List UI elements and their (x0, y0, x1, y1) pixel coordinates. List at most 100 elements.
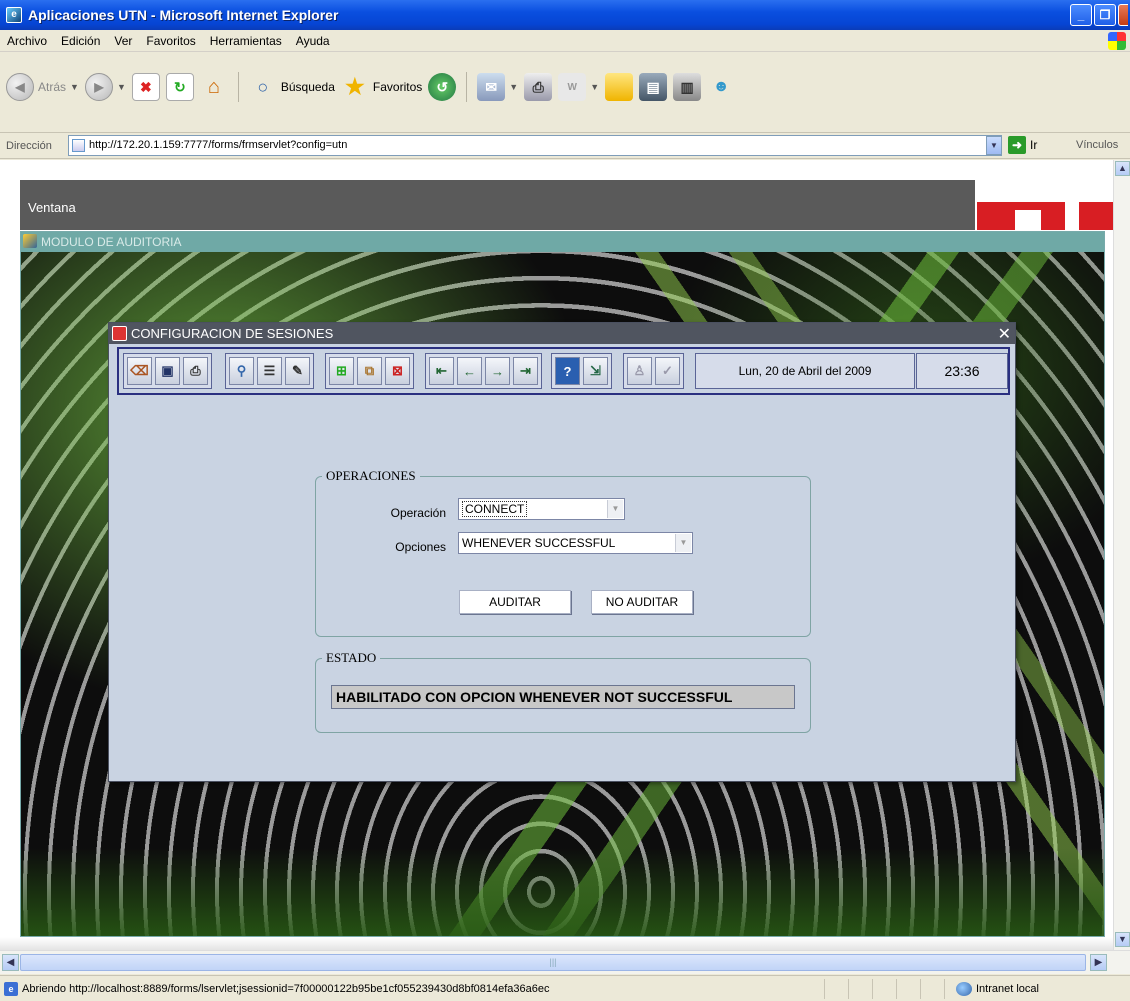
vertical-scrollbar[interactable]: ▲ ▼ (1113, 160, 1130, 950)
estado-legend: ESTADO (322, 650, 381, 666)
close-icon[interactable]: ✕ (998, 324, 1011, 344)
address-bar: Dirección http://172.20.1.159:7777/forms… (0, 133, 1130, 159)
dialog-title-bar: CONFIGURACION DE SESIONES ✕ (109, 323, 1015, 344)
operacion-value: CONNECT (462, 501, 528, 517)
check-icon[interactable]: ✓ (655, 357, 680, 385)
toolbar-group-file: ⌫ ▣ ⎙ (123, 353, 212, 389)
go-button[interactable]: ➜ Ir (1008, 136, 1037, 154)
clear-icon[interactable]: ⌫ (127, 357, 152, 385)
operacion-select[interactable]: CONNECT ▼ (458, 498, 625, 520)
scroll-right-icon[interactable]: ▶ (1090, 954, 1107, 971)
opciones-label: Opciones (395, 540, 446, 554)
horizontal-scrollbar[interactable]: ◀ ||| ▶ (0, 950, 1130, 974)
stop-icon[interactable]: ✖ (131, 73, 160, 101)
time-display: 23:36 (916, 353, 1008, 389)
window-title-bar: e Aplicaciones UTN - Microsoft Internet … (0, 0, 1130, 30)
no-auditar-button[interactable]: NO AUDITAR (591, 590, 693, 614)
mdi-title: MODULO DE AUDITORIA (41, 235, 182, 249)
print-icon[interactable]: ⎙ (524, 73, 553, 101)
close-button[interactable] (1118, 4, 1128, 26)
duplicate-record-icon[interactable]: ⧉ (357, 357, 382, 385)
edit-button[interactable]: W ▼ (558, 73, 599, 101)
page-icon (72, 139, 85, 152)
insert-record-icon[interactable]: ⊞ (329, 357, 354, 385)
messenger-icon[interactable]: ☻ (707, 73, 735, 101)
zone-label: Intranet local (976, 983, 1039, 995)
menu-ayuda[interactable]: Ayuda (289, 34, 337, 48)
chevron-down-icon: ▼ (590, 82, 600, 92)
delete-record-icon[interactable]: ⊠ (385, 357, 410, 385)
auditar-button[interactable]: AUDITAR (459, 590, 571, 614)
menu-ventana[interactable]: Ventana (28, 200, 76, 215)
address-dropdown-button[interactable]: ▼ (986, 136, 1002, 155)
date-display: Lun, 20 de Abril del 2009 (695, 353, 915, 389)
status-bar: e Abriendo http://localhost:8889/forms/l… (0, 975, 1130, 1001)
forms-menu-bar: Ventana (20, 180, 1113, 230)
windows-flag-icon (1108, 32, 1126, 50)
dialog-configuracion-sesiones: CONFIGURACION DE SESIONES ✕ ⌫ ▣ ⎙ ⚲ ☰ ✎ … (108, 322, 1016, 782)
favorites-button[interactable]: ★ Favoritos (341, 73, 422, 101)
scroll-up-icon[interactable]: ▲ (1115, 161, 1130, 176)
mail-button[interactable]: ✉ ▼ (477, 73, 518, 101)
utn-logo (975, 180, 1113, 230)
star-icon: ★ (345, 74, 365, 99)
scroll-left-icon[interactable]: ◀ (2, 954, 19, 971)
toolbar-group-navigation: ⇤ ← → ⇥ (425, 353, 542, 389)
app-icon (23, 234, 37, 248)
opciones-select[interactable]: WHENEVER SUCCESSFUL ▼ (458, 532, 693, 554)
menu-ver[interactable]: Ver (107, 34, 139, 48)
folder-icon[interactable] (605, 73, 634, 101)
query-icon[interactable]: ⚲ (229, 357, 254, 385)
history-icon[interactable]: ↺ (428, 73, 457, 101)
estado-value: HABILITADO CON OPCION WHENEVER NOT SUCCE… (331, 685, 795, 709)
back-label: Atrás (38, 80, 67, 94)
chevron-down-icon: ▼ (509, 82, 519, 92)
favorites-label: Favoritos (372, 80, 423, 94)
chevron-down-icon: ▼ (70, 82, 79, 92)
security-zone: Intranet local (956, 982, 1039, 996)
forms-toolbar: ⌫ ▣ ⎙ ⚲ ☰ ✎ ⊞ ⧉ ⊠ ⇤ ← → ⇥ ? ⇲ ♙ ✓ Lun, 2… (117, 347, 1010, 395)
status-message: Abriendo http://localhost:8889/forms/lse… (22, 983, 550, 995)
forward-arrow-icon: ▶ (84, 73, 113, 101)
forward-button[interactable]: ▶ ▼ (84, 73, 126, 101)
maximize-button[interactable]: ❐ (1094, 4, 1116, 26)
research-icon[interactable]: ▤ (639, 73, 668, 101)
print-icon[interactable]: ⎙ (183, 357, 208, 385)
user-icon[interactable]: ♙ (627, 357, 652, 385)
help-icon[interactable]: ? (555, 357, 580, 385)
toolbar-group-misc: ♙ ✓ (623, 353, 684, 389)
last-record-icon[interactable]: ⇥ (513, 357, 538, 385)
dialog-title: CONFIGURACION DE SESIONES (131, 326, 334, 341)
menu-edicion[interactable]: Edición (54, 34, 107, 48)
toolbar-group-records: ⊞ ⧉ ⊠ (325, 353, 414, 389)
toolbar-group-query: ⚲ ☰ ✎ (225, 353, 314, 389)
search-label: Búsqueda (280, 80, 335, 94)
save-icon[interactable]: ▣ (155, 357, 180, 385)
operaciones-legend: OPERACIONES (322, 468, 420, 484)
minimize-button[interactable]: _ (1070, 4, 1092, 26)
menu-herramientas[interactable]: Herramientas (203, 34, 289, 48)
scroll-down-icon[interactable]: ▼ (1115, 932, 1130, 947)
ie-icon: e (6, 7, 22, 23)
exit-icon[interactable]: ⇲ (583, 357, 608, 385)
next-record-icon[interactable]: → (485, 357, 510, 385)
scroll-thumb[interactable]: ||| (20, 954, 1086, 971)
go-label: Ir (1030, 138, 1038, 152)
refresh-icon[interactable]: ↻ (165, 73, 194, 101)
edit-pencil-icon[interactable]: ✎ (285, 357, 310, 385)
dialog-icon (112, 326, 127, 341)
back-button[interactable]: ◀ Atrás ▼ (6, 73, 79, 101)
home-icon[interactable]: ⌂ (200, 73, 228, 101)
links-button[interactable]: Vínculos (1076, 139, 1118, 151)
list-icon[interactable]: ☰ (257, 357, 282, 385)
page-bottom-strip (0, 937, 1113, 950)
browser-toolbar: ◀ Atrás ▼ ▶ ▼ ✖ ↻ ⌂ ○ Búsqueda ★ Favorit… (0, 53, 1130, 133)
address-input[interactable]: http://172.20.1.159:7777/forms/frmservle… (68, 135, 1002, 156)
menu-bar: Archivo Edición Ver Favoritos Herramient… (0, 30, 1130, 52)
first-record-icon[interactable]: ⇤ (429, 357, 454, 385)
menu-archivo[interactable]: Archivo (0, 34, 54, 48)
search-button[interactable]: ○ Búsqueda (249, 73, 335, 101)
previous-record-icon[interactable]: ← (457, 357, 482, 385)
menu-favoritos[interactable]: Favoritos (139, 34, 202, 48)
tools-icon[interactable]: ▥ (673, 73, 702, 101)
